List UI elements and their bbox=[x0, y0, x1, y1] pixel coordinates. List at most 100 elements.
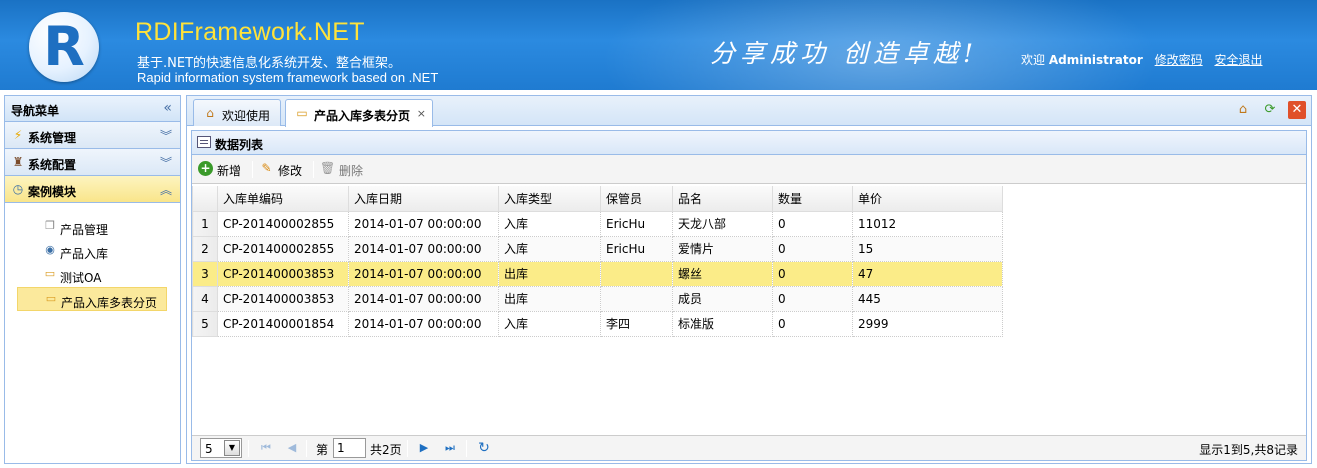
row-number: 1 bbox=[192, 210, 218, 237]
table-header-row: 入库单编码 入库日期 入库类型 保管员 品名 数量 单价 bbox=[192, 186, 1003, 212]
collapse-left-icon[interactable]: « bbox=[163, 100, 172, 116]
nav-item-label: 测试OA bbox=[60, 271, 102, 285]
cell-price: 47 bbox=[852, 260, 1003, 287]
nav-item-product-inbound[interactable]: ◉ 产品入库 bbox=[17, 239, 167, 263]
cell-type: 入库 bbox=[498, 310, 601, 337]
close-tab-icon[interactable]: × bbox=[417, 107, 426, 120]
next-page-icon[interactable]: ▶ bbox=[416, 440, 432, 456]
change-password-link[interactable]: 修改密码 bbox=[1155, 53, 1203, 67]
nav-item-product-management[interactable]: ❒ 产品管理 bbox=[17, 215, 167, 239]
nav-section-system-config[interactable]: ♜ 系统配置 ︾ bbox=[5, 149, 180, 176]
cell-name: 天龙八部 bbox=[672, 210, 773, 237]
chevron-down-icon: ▼ bbox=[224, 440, 240, 456]
column-header[interactable]: 数量 bbox=[772, 186, 853, 212]
data-table: 入库单编码 入库日期 入库类型 保管员 品名 数量 单价 1 CP-201400 bbox=[192, 186, 1003, 337]
cell-qty: 0 bbox=[772, 285, 853, 312]
delete-button[interactable]: 🗑 删除 bbox=[320, 159, 370, 179]
trash-icon: 🗑 bbox=[320, 161, 336, 175]
last-page-icon[interactable]: ⏭ bbox=[442, 440, 458, 456]
cell-type: 出库 bbox=[498, 260, 601, 287]
nav-item-test-oa[interactable]: ▭ 测试OA bbox=[17, 263, 167, 287]
nav-section-case-module[interactable]: ◷ 案例模块 ︽ bbox=[5, 176, 180, 203]
page-size-select[interactable]: 5 ▼ bbox=[200, 438, 242, 458]
row-number: 4 bbox=[192, 285, 218, 312]
panel-header: 数据列表 bbox=[192, 131, 1306, 155]
cell-code: CP-201400002855 bbox=[217, 210, 349, 237]
nav-section-label: 系统管理 bbox=[28, 131, 77, 145]
column-header[interactable]: 入库单编码 bbox=[217, 186, 349, 212]
nav-item-label: 产品管理 bbox=[60, 223, 109, 237]
table-row[interactable]: 4 CP-201400003853 2014-01-07 00:00:00 出库… bbox=[192, 285, 1003, 312]
nav-item-product-inbound-multi[interactable]: ▭ 产品入库多表分页 bbox=[17, 287, 167, 311]
nav-section-system-management[interactable]: ⚡ 系统管理 ︾ bbox=[5, 122, 180, 149]
cell-price: 2999 bbox=[852, 310, 1003, 337]
plus-icon: + bbox=[198, 161, 213, 176]
home-icon[interactable]: ⌂ bbox=[1234, 101, 1252, 119]
cube-icon: ❒ bbox=[45, 219, 55, 232]
clock-icon: ◷ bbox=[12, 182, 24, 196]
column-header[interactable]: 保管员 bbox=[600, 186, 673, 212]
cell-keeper bbox=[600, 285, 673, 312]
brand-title: RDIFramework.NET bbox=[135, 18, 365, 46]
user-bar: 欢迎 Administrator 修改密码 安全退出 bbox=[1021, 51, 1262, 68]
table-row[interactable]: 5 CP-201400001854 2014-01-07 00:00:00 入库… bbox=[192, 310, 1003, 337]
add-label: 新增 bbox=[217, 164, 242, 178]
chevron-down-icon: ︾ bbox=[159, 129, 172, 143]
page-info: 显示1到5,共8记录 bbox=[1199, 443, 1298, 457]
logo-letter: R bbox=[43, 15, 85, 78]
refresh-icon[interactable]: ⟳ bbox=[1261, 101, 1279, 119]
pager-separator bbox=[466, 440, 467, 457]
table-row[interactable]: 1 CP-201400002855 2014-01-07 00:00:00 入库… bbox=[192, 210, 1003, 237]
cell-type: 入库 bbox=[498, 210, 601, 237]
close-icon[interactable]: ✕ bbox=[1288, 101, 1306, 119]
row-number: 3 bbox=[192, 260, 218, 287]
header-banner: R RDIFramework.NET 基于.NET的快速信息化系统开发、整合框架… bbox=[0, 0, 1317, 90]
slogan: 分享成功 创造卓越! bbox=[710, 39, 978, 68]
first-page-icon[interactable]: ⏮ bbox=[258, 440, 274, 456]
subtitle-en: Rapid information system framework based… bbox=[137, 70, 439, 85]
lightning-icon: ⚡ bbox=[13, 128, 23, 142]
page-size-value: 5 bbox=[205, 442, 213, 456]
cell-keeper: EricHu bbox=[600, 210, 673, 237]
folder-icon: ▭ bbox=[44, 267, 56, 280]
cell-code: CP-201400001854 bbox=[217, 310, 349, 337]
pager-separator bbox=[306, 440, 307, 457]
prev-page-icon[interactable]: ◀ bbox=[284, 440, 300, 456]
cell-qty: 0 bbox=[772, 235, 853, 262]
config-icon: ♜ bbox=[12, 155, 24, 169]
cell-qty: 0 bbox=[772, 260, 853, 287]
cell-date: 2014-01-07 00:00:00 bbox=[348, 235, 499, 262]
column-header[interactable]: 品名 bbox=[672, 186, 773, 212]
table-row-selected[interactable]: 3 CP-201400003853 2014-01-07 00:00:00 出库… bbox=[192, 260, 1003, 287]
logo: R bbox=[29, 12, 99, 82]
cell-qty: 0 bbox=[772, 210, 853, 237]
pagination-bar: 5 ▼ ⏮ ◀ 第 1 共2页 ▶ ⏭ ↻ 显示1到5,共8记录 bbox=[192, 435, 1306, 460]
edit-button[interactable]: ✎ 修改 bbox=[259, 159, 309, 179]
page-number-input[interactable]: 1 bbox=[333, 438, 366, 458]
username: Administrator bbox=[1048, 53, 1143, 67]
disc-icon: ◉ bbox=[45, 243, 55, 256]
pager-separator bbox=[407, 440, 408, 457]
column-header[interactable]: 单价 bbox=[852, 186, 1003, 212]
cell-date: 2014-01-07 00:00:00 bbox=[348, 210, 499, 237]
cell-price: 445 bbox=[852, 285, 1003, 312]
cell-date: 2014-01-07 00:00:00 bbox=[348, 285, 499, 312]
page-total: 共2页 bbox=[370, 443, 402, 457]
nav-item-label: 产品入库 bbox=[60, 247, 109, 261]
column-header[interactable]: 入库日期 bbox=[348, 186, 499, 212]
data-panel: 数据列表 + 新增 ✎ 修改 🗑 删除 入库单编码 入库日期 入库类型 保管员 … bbox=[191, 130, 1307, 461]
row-number: 2 bbox=[192, 235, 218, 262]
cell-price: 11012 bbox=[852, 210, 1003, 237]
table-row[interactable]: 2 CP-201400002855 2014-01-07 00:00:00 入库… bbox=[192, 235, 1003, 262]
cell-code: CP-201400003853 bbox=[217, 260, 349, 287]
main-area: ⌂ 欢迎使用 ▭ 产品入库多表分页 × ⌂ ⟳ ✕ 数据列表 + 新增 ✎ 修改… bbox=[186, 95, 1312, 464]
chevron-up-icon: ︽ bbox=[159, 183, 172, 197]
logout-link[interactable]: 安全退出 bbox=[1214, 53, 1262, 67]
tab-welcome[interactable]: ⌂ 欢迎使用 bbox=[193, 99, 281, 126]
cell-keeper bbox=[600, 260, 673, 287]
tab-product-inbound-multi[interactable]: ▭ 产品入库多表分页 × bbox=[285, 99, 433, 127]
cell-date: 2014-01-07 00:00:00 bbox=[348, 310, 499, 337]
add-button[interactable]: + 新增 bbox=[198, 159, 248, 179]
column-header[interactable]: 入库类型 bbox=[498, 186, 601, 212]
refresh-icon[interactable]: ↻ bbox=[476, 440, 492, 456]
